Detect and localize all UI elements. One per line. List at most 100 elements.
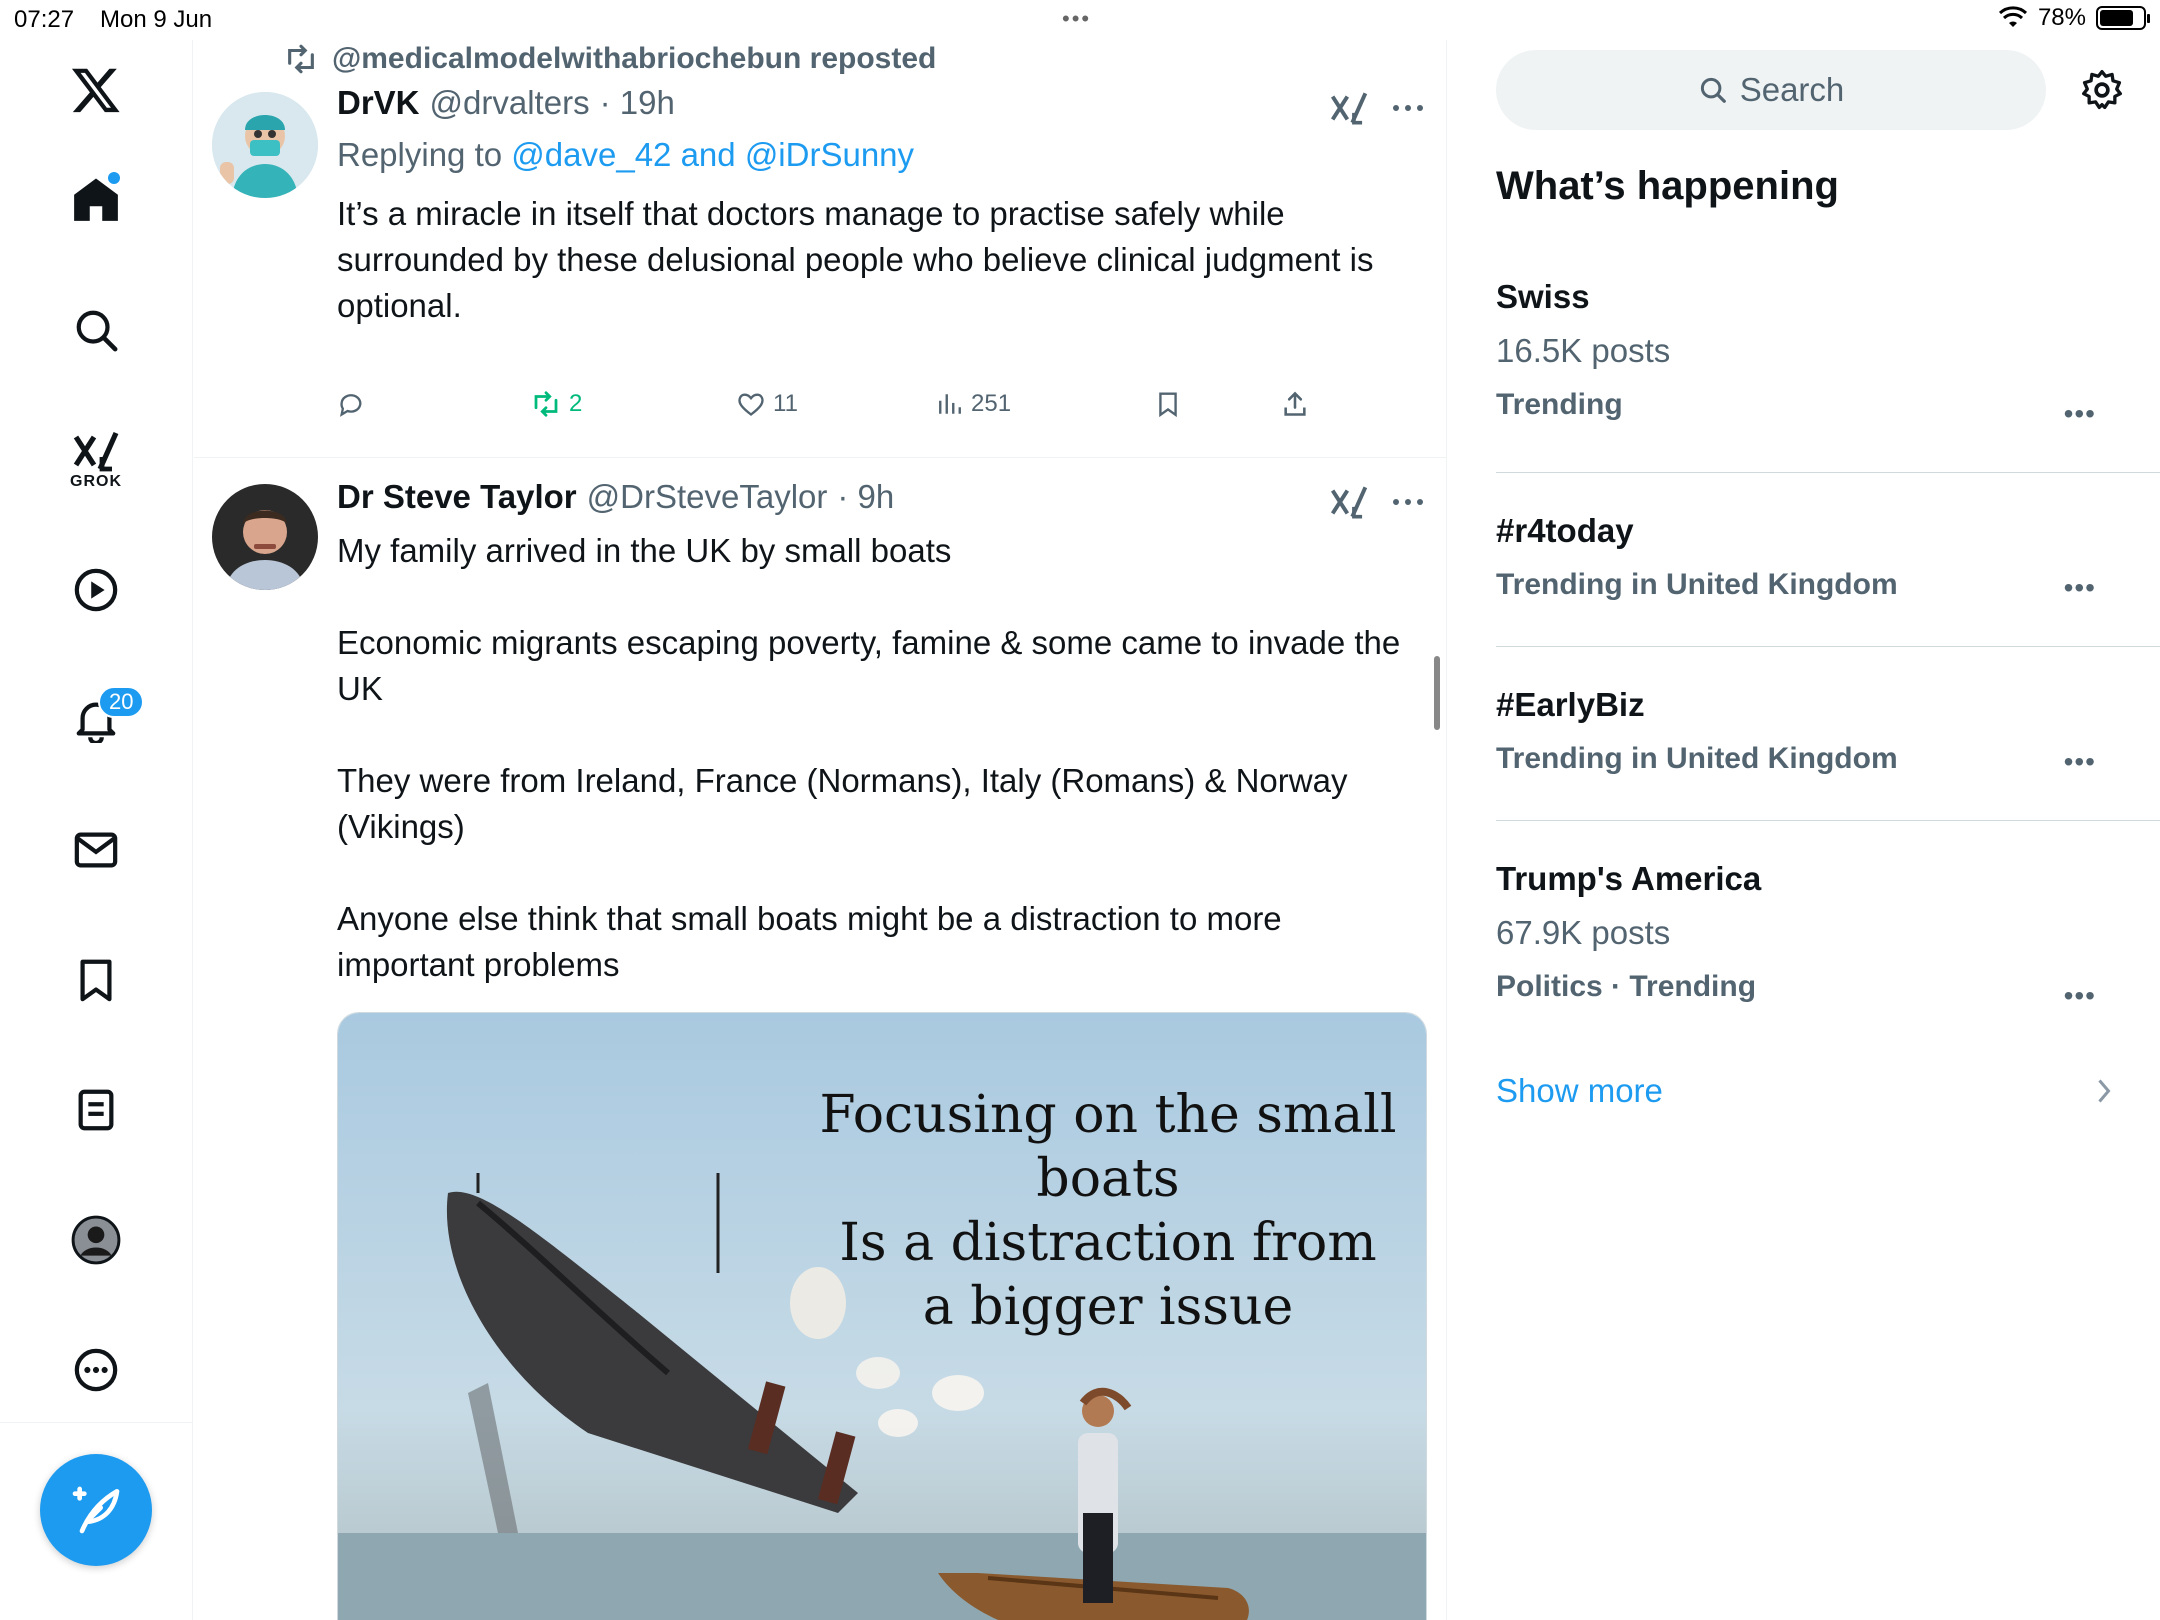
timeline-feed[interactable]: @medicalmodelwithabriochebun reposted Dr…: [194, 40, 1447, 1620]
notifications-badge: 20: [98, 686, 145, 718]
tweet-tools: [1329, 90, 1425, 126]
trend-item[interactable]: Trump's America 67.9K posts Politics · T…: [1496, 860, 2116, 1011]
tweet-time[interactable]: · 19h: [600, 84, 675, 122]
show-more-label: Show more: [1496, 1072, 1663, 1109]
tweet-tools: [1329, 484, 1425, 520]
share-button[interactable]: [1281, 390, 1309, 418]
author-name[interactable]: DrVK: [337, 84, 420, 122]
trend-more-icon[interactable]: •••: [2064, 746, 2096, 778]
media-caption-line1: Focusing on the small boats: [819, 1085, 1397, 1209]
trend-divider: [1496, 646, 2160, 647]
tweet-text: My family arrived in the UK by small boa…: [337, 532, 1401, 983]
replying-to: Replying to @dave_42 and @iDrSunny: [337, 136, 914, 174]
battery-percent: 78%: [2037, 4, 2086, 31]
tweet-media-image[interactable]: Focusing on the small boats Is a distrac…: [337, 1012, 1427, 1620]
trend-title: #EarlyBiz: [1496, 686, 1645, 723]
bookmark-button[interactable]: [1155, 390, 1181, 418]
tweet-header: Dr Steve Taylor @DrSteveTaylor · 9h: [337, 478, 894, 516]
author-name[interactable]: Dr Steve Taylor: [337, 478, 577, 516]
nav-notifications[interactable]: 20: [56, 680, 145, 760]
views-chart-icon: [939, 394, 961, 414]
nav-bookmarks[interactable]: [56, 940, 136, 1020]
trend-context: Politics · Trending: [1496, 970, 1757, 1003]
compose-feather-icon: [72, 1486, 120, 1534]
views-button[interactable]: 251: [937, 390, 1011, 418]
trend-context: Trending in United Kingdom: [1496, 742, 1898, 775]
replying-prefix: Replying to: [337, 136, 503, 173]
nav-home[interactable]: [56, 160, 136, 240]
feed-scrollbar[interactable]: [1434, 656, 1440, 730]
show-more-link[interactable]: Show more: [1496, 1072, 2116, 1110]
grok-label: GROK: [70, 473, 122, 490]
trend-item[interactable]: #EarlyBiz Trending in United Kingdom •••: [1496, 686, 2116, 778]
battery-icon: [2096, 6, 2150, 30]
tweet[interactable]: Dr Steve Taylor @DrSteveTaylor · 9h My f…: [194, 458, 1446, 1620]
grok-icon: [73, 431, 119, 472]
profile-avatar-icon: [71, 1215, 121, 1265]
nav-divider: [0, 1422, 193, 1423]
repost-label: @medicalmodelwithabriochebun reposted: [332, 42, 937, 75]
nav-profile[interactable]: [56, 1200, 136, 1280]
tweet[interactable]: DrVK @drvalters · 19h Replying to @dave_…: [194, 80, 1446, 458]
author-handle[interactable]: @drvalters: [430, 84, 590, 122]
author-handle[interactable]: @DrSteveTaylor: [587, 478, 828, 516]
nav-more[interactable]: [56, 1330, 136, 1410]
nav-explore[interactable]: [56, 290, 136, 370]
home-unread-dot: [108, 172, 120, 184]
trend-context: Trending: [1496, 388, 1623, 421]
right-sidebar: Search What’s happening Swiss 16.5K post…: [1448, 40, 2160, 1620]
search-input[interactable]: Search: [1496, 50, 2046, 130]
retweet-icon: [534, 391, 558, 417]
status-indicators: 78%: [1998, 4, 2150, 32]
trend-title: #r4today: [1496, 512, 1634, 549]
trend-more-icon[interactable]: •••: [2064, 572, 2096, 604]
gear-icon: [2082, 70, 2122, 110]
share-icon: [1284, 391, 1306, 416]
heart-icon: [738, 393, 764, 416]
avatar[interactable]: [212, 92, 318, 198]
search-placeholder: Search: [1739, 71, 1845, 108]
like-count: 11: [773, 390, 798, 417]
trend-divider: [1496, 472, 2160, 473]
search-icon: [1700, 77, 1726, 103]
views-count: 251: [971, 390, 1012, 417]
x-logo-icon[interactable]: [56, 50, 136, 130]
trend-context: Trending in United Kingdom: [1496, 568, 1898, 601]
multitasking-dots-icon[interactable]: •••: [1062, 6, 1091, 32]
play-icon: [74, 568, 118, 612]
bookmark-icon: [80, 959, 112, 1002]
more-options-icon[interactable]: [1391, 497, 1425, 507]
trend-post-count: 67.9K posts: [1496, 914, 1671, 951]
more-options-icon[interactable]: [1391, 103, 1425, 113]
grok-icon[interactable]: [1329, 484, 1369, 520]
status-time: 07:27: [14, 6, 75, 33]
repost-icon: [288, 44, 314, 74]
trend-item[interactable]: Swiss 16.5K posts Trending •••: [1496, 278, 2116, 429]
avatar[interactable]: [212, 484, 318, 590]
nav-video[interactable]: [56, 550, 136, 630]
grok-icon[interactable]: [1329, 90, 1369, 126]
trend-post-count: 16.5K posts: [1496, 332, 1671, 369]
media-caption: Focusing on the small boats Is a distrac…: [818, 1083, 1398, 1339]
settings-button[interactable]: [2078, 66, 2126, 114]
trend-more-icon[interactable]: •••: [2064, 980, 2096, 1012]
reply-mention-link[interactable]: @iDrSunny: [745, 136, 914, 173]
compose-button[interactable]: [40, 1454, 152, 1566]
nav-lists[interactable]: [56, 1070, 136, 1150]
repost-indicator[interactable]: @medicalmodelwithabriochebun reposted: [284, 42, 936, 76]
trend-more-icon[interactable]: •••: [2064, 398, 2096, 430]
reply-button[interactable]: [337, 390, 365, 418]
trend-divider: [1496, 820, 2160, 821]
trend-item[interactable]: #r4today Trending in United Kingdom •••: [1496, 512, 2116, 604]
nav-grok[interactable]: GROK: [56, 420, 136, 500]
tweet-time[interactable]: · 9h: [837, 478, 894, 516]
retweet-button[interactable]: 2: [531, 390, 582, 418]
reply-mention-link[interactable]: @dave_42: [511, 136, 671, 173]
like-button[interactable]: 11: [737, 390, 798, 418]
status-bar: 07:27 Mon 9 Jun ••• 78%: [0, 0, 2160, 40]
search-icon: [76, 310, 118, 352]
trend-title: Trump's America: [1496, 860, 1762, 897]
nav-messages[interactable]: [56, 810, 136, 890]
tweet-text: It’s a miracle in itself that doctors ma…: [337, 195, 1383, 324]
mail-icon: [74, 832, 118, 868]
